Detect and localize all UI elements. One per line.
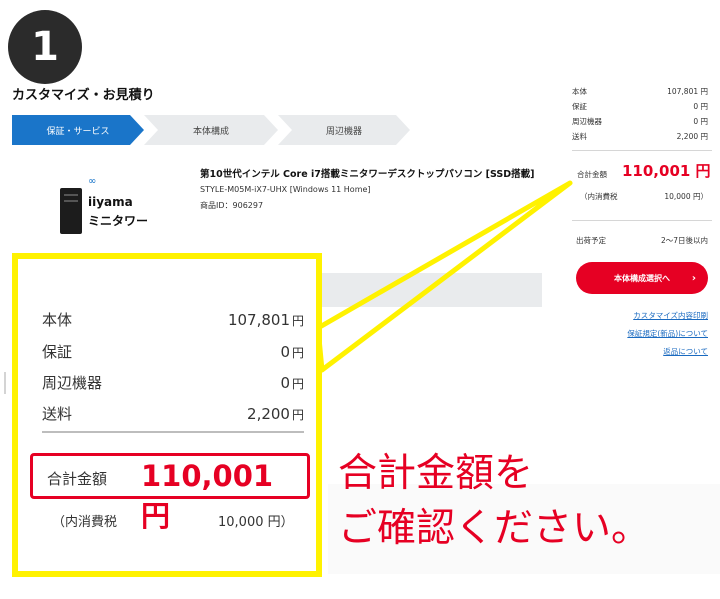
total-highlight-box: 合計金額 110,001 円 [30, 453, 310, 533]
zoom-row-warranty: 保証 0円 [42, 343, 304, 361]
instruction-line-1: 合計金額を [338, 451, 534, 496]
zoom-divider [42, 431, 304, 433]
zoom-tax-label: （内消費税 [52, 515, 118, 530]
zoom-row-peripherals: 周辺機器 0円 [42, 374, 304, 392]
instruction-message: 合計金額を ご確認ください。 [338, 446, 650, 556]
zoom-total-label: 合計金額 [47, 470, 108, 488]
zoom-tax-value: 10,000 円） [218, 515, 294, 530]
zoom-row-body: 本体 107,801 円 [42, 311, 304, 329]
zoom-row-shipping: 送料 2,200 円 [42, 405, 304, 423]
zoomed-price-summary: 本体 107,801 円 保証 0円 周辺機器 0円 送料 2,200 円 合計金額… [12, 253, 322, 577]
instruction-line-2: ご確認ください。 [338, 506, 651, 551]
